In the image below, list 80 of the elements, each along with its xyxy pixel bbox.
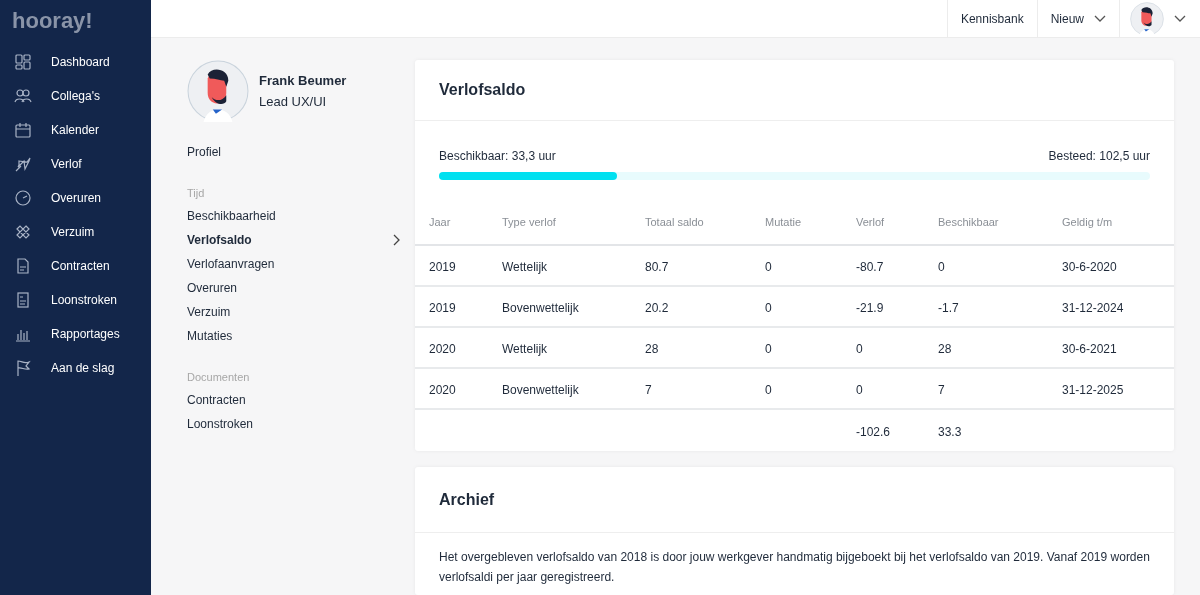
table-cell: 0 xyxy=(765,300,772,315)
table-cell: Bovenwettelijk xyxy=(502,382,579,397)
table-cell: 31-12-2025 xyxy=(1062,382,1124,397)
column-header: Geldig t/m xyxy=(1062,216,1113,228)
column-header: Type verlof xyxy=(502,216,556,228)
sidebar-item[interactable]: Rapportages xyxy=(0,317,151,351)
available-label: Beschikbaar: 33,3 uur xyxy=(439,148,556,165)
new-menu-button[interactable]: Nieuw xyxy=(1036,0,1119,37)
avatar-icon xyxy=(187,60,249,122)
table-cell: -21.9 xyxy=(856,300,884,315)
table-cell: 0 xyxy=(938,259,945,274)
card-title: Verlofsaldo xyxy=(439,80,526,100)
table-cell: 20.2 xyxy=(645,300,669,315)
table-cell: 80.7 xyxy=(645,259,669,274)
table-cell: -80.7 xyxy=(856,259,884,274)
document-icon xyxy=(14,257,32,275)
table-cell: -1.7 xyxy=(938,300,959,315)
table-cell: 0 xyxy=(765,259,772,274)
menu-item[interactable]: Verlofaanvragen xyxy=(187,252,400,276)
column-header: Beschikbaar xyxy=(938,216,999,228)
sidebar-item[interactable]: Collega's xyxy=(0,79,151,113)
table-cell: 0 xyxy=(856,341,863,356)
menu-item[interactable]: Beschikbaarheid xyxy=(187,204,400,228)
table-cell: Wettelijk xyxy=(502,341,548,356)
archive-text: Het overgebleven verlofsaldo van 2018 is door jouw werkgever handmatig bijgeboekt bij het verlofsaldo van 2019. Vanaf 2019 worden verlofsaldi per jaar geregistreerd. xyxy=(439,549,1150,586)
logo[interactable]: hooray! xyxy=(12,4,93,37)
table-cell: 30-6-2020 xyxy=(1062,259,1117,274)
profile-name: Frank Beumer xyxy=(259,71,347,90)
table-cell: Bovenwettelijk xyxy=(502,300,579,315)
table-cell: 2020 xyxy=(429,382,456,397)
table-cell: 28 xyxy=(938,341,952,356)
sidebar-item[interactable]: Kalender xyxy=(0,113,151,147)
clock-icon xyxy=(14,189,32,207)
table-cell: 0 xyxy=(765,382,772,397)
table-cell: 2020 xyxy=(429,341,456,356)
table-cell: 7 xyxy=(645,382,652,397)
sidebar-item[interactable]: Verlof xyxy=(0,147,151,181)
table-cell: 2019 xyxy=(429,259,456,274)
menu-item[interactable]: Profiel xyxy=(187,140,400,164)
sidebar-item[interactable]: Loonstroken xyxy=(0,283,151,317)
table-cell: 31-12-2024 xyxy=(1062,300,1124,315)
total-cell: 33.3 xyxy=(938,424,962,439)
column-header: Totaal saldo xyxy=(645,216,704,228)
menu-item[interactable]: Verlofsaldo xyxy=(187,228,400,252)
chevron-down-icon xyxy=(1094,14,1106,23)
chevron-down-icon xyxy=(1174,14,1186,23)
column-header: Mutatie xyxy=(765,216,802,228)
menu-item[interactable]: Loonstroken xyxy=(187,412,400,436)
profile-role: Lead UX/UI xyxy=(259,93,328,111)
sidebar-item[interactable]: Dashboard xyxy=(0,45,151,79)
menu-item[interactable]: Mutaties xyxy=(187,324,400,348)
table-cell: 7 xyxy=(938,382,945,397)
receipt-icon xyxy=(14,291,32,309)
table-cell: 2019 xyxy=(429,300,456,315)
table-cell: 30-6-2021 xyxy=(1062,341,1117,356)
table-cell: Wettelijk xyxy=(502,259,548,274)
help-link[interactable]: Kennisbank xyxy=(946,0,1037,37)
menu-item[interactable]: Contracten xyxy=(187,388,400,412)
spent-label: Besteed: 102,5 uur xyxy=(1048,148,1150,165)
bandage-icon xyxy=(14,223,32,241)
column-header: Verlof xyxy=(856,216,885,228)
sidebar-item[interactable]: Verzuim xyxy=(0,215,151,249)
card-title: Archief xyxy=(439,489,495,510)
table-cell: 0 xyxy=(765,341,772,356)
sidebar-item[interactable]: Overuren xyxy=(0,181,151,215)
total-cell: -102.6 xyxy=(856,424,891,439)
table-cell: 0 xyxy=(856,382,863,397)
menu-item[interactable]: Overuren xyxy=(187,276,400,300)
column-header: Jaar xyxy=(429,216,451,228)
grid-icon xyxy=(14,53,32,71)
sidebar-item[interactable]: Contracten xyxy=(0,249,151,283)
menu-item[interactable]: Verzuim xyxy=(187,300,400,324)
calendar-icon xyxy=(14,121,32,139)
section-label: Documenten xyxy=(187,369,251,385)
section-label: Tijd xyxy=(187,185,206,201)
chevron-right-icon xyxy=(392,234,400,246)
people-icon xyxy=(14,87,32,105)
table-cell: 28 xyxy=(645,341,659,356)
sidebar-item[interactable]: Aan de slag xyxy=(0,351,151,385)
flag-icon xyxy=(14,359,32,377)
